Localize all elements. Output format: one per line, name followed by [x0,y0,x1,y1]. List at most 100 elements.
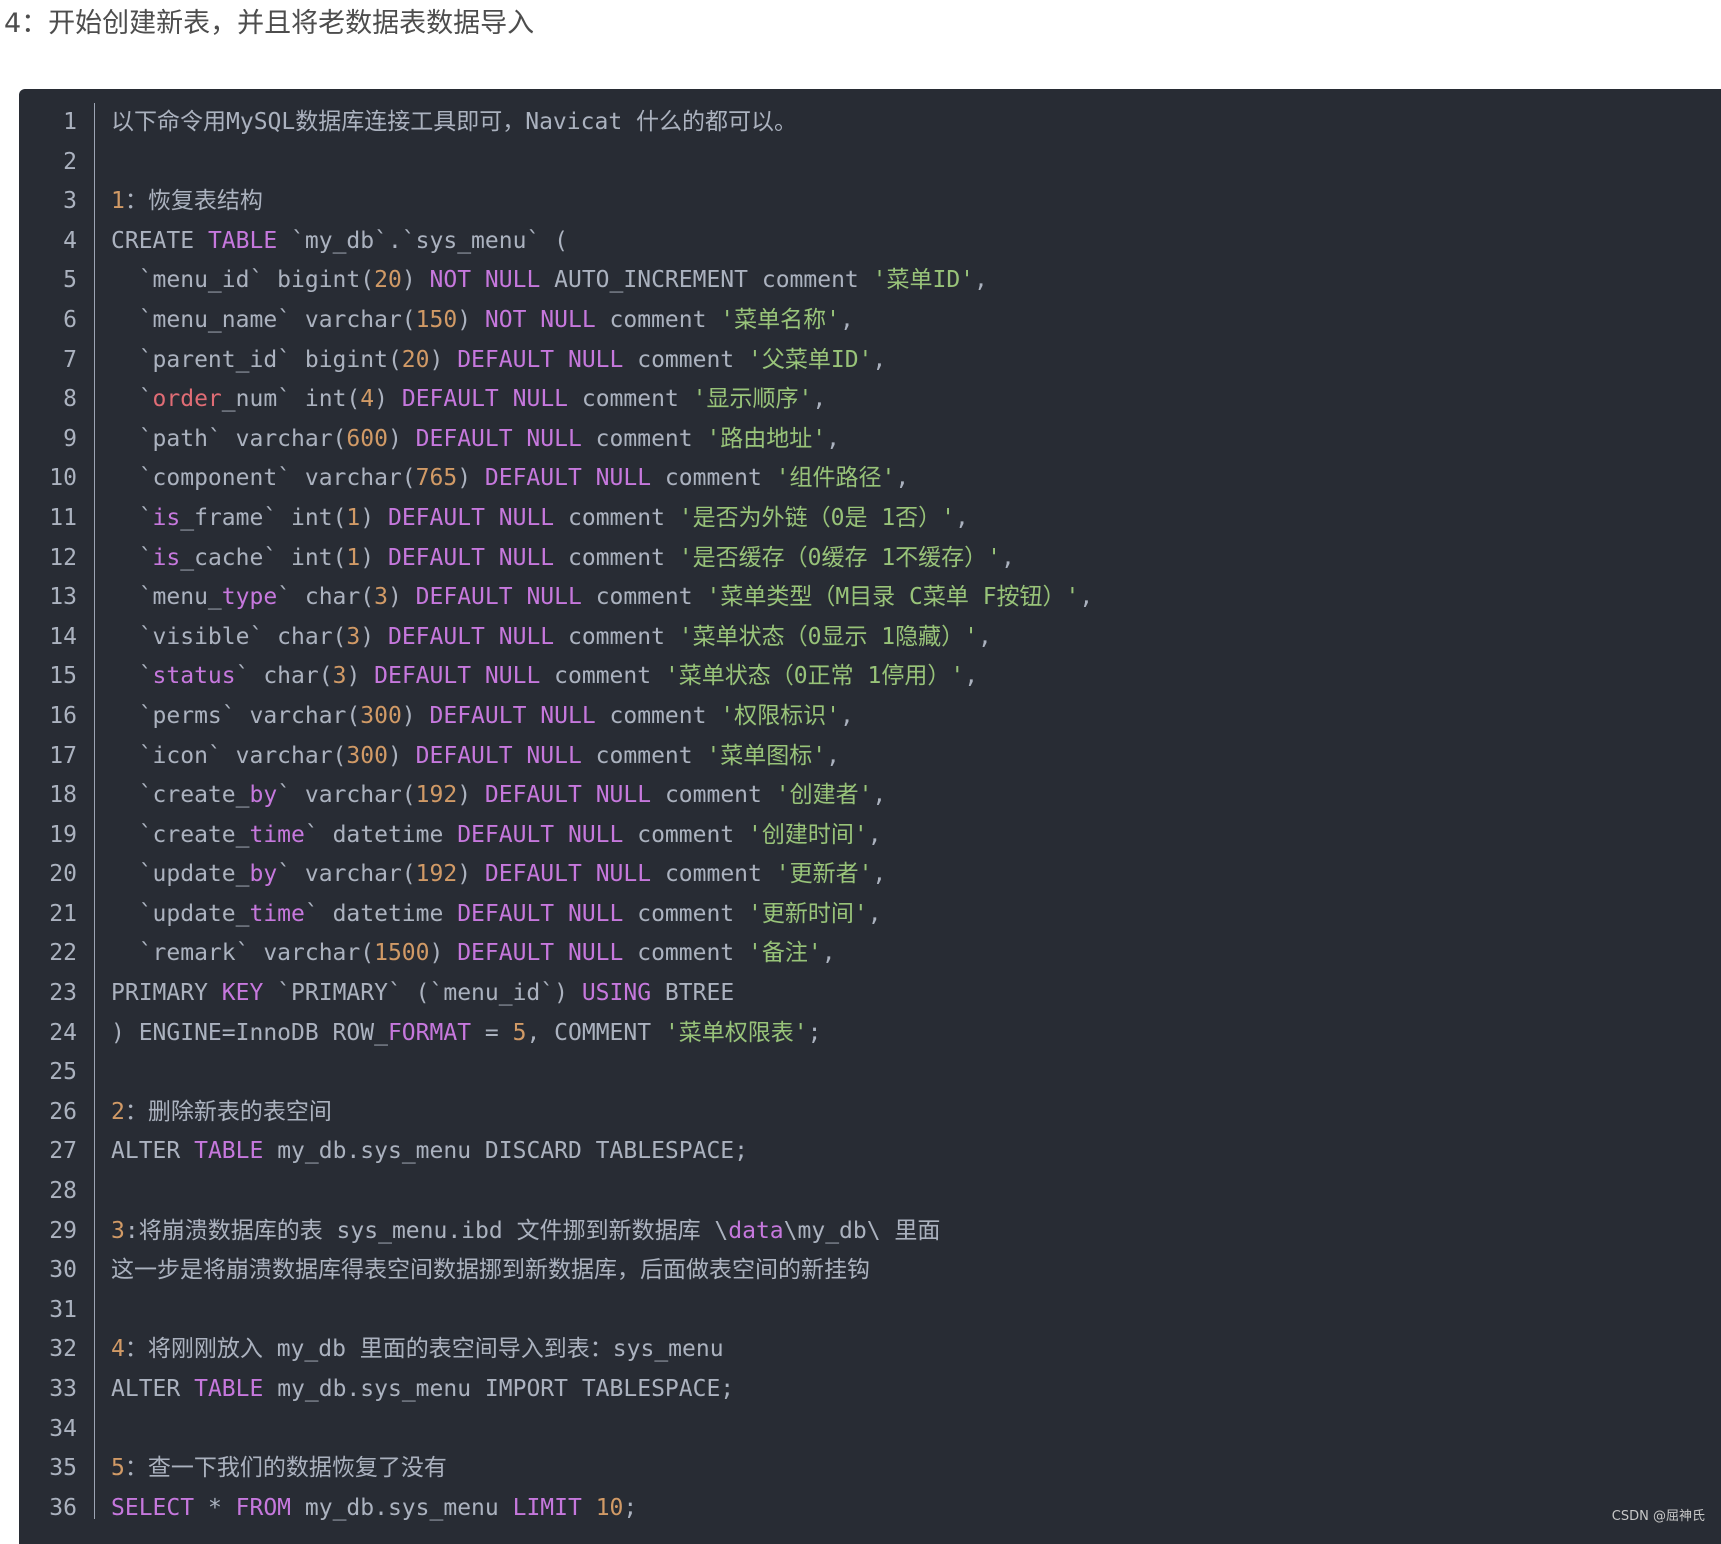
code-token: ` [111,663,153,690]
code-token: DEFAULT NULL [374,663,541,690]
code-token: , [964,663,979,690]
line-number: 5 [63,267,77,294]
code-token: comment [554,504,679,531]
code-token: \my_db\ 里面 [783,1217,941,1244]
code-token: ) [360,623,388,650]
code-token: 3 [332,663,347,690]
code-token: ) [401,267,430,294]
code-token: comment [595,306,721,333]
code-token: AUTO_INCREMENT comment [540,267,873,294]
line-number: 12 [49,544,77,571]
code-token: 3 [111,1217,125,1244]
code-token: 4 [360,386,375,413]
code-token: ` char( [235,663,333,690]
code-token: USING [581,980,652,1007]
line-number-gutter: 1 2 3 4 5 6 7 8 9 10 11 12 13 14 15 16 17 18 19 20 21 22 23 24 2… [19,103,77,1528]
code-token: '是否为外链（0是 1否）' [678,504,956,531]
code-token: TABLE [194,1138,264,1165]
code-token: `path` varchar( [111,425,347,452]
code-token: :将崩溃数据库的表 sys_menu.ibd 文件挪到新数据库 \ [124,1217,729,1244]
code-token: , [840,702,854,729]
code-token: comment [554,544,679,571]
code-token: 3 [346,623,361,650]
code-token: ` datetime [304,900,458,927]
code-token: , [826,425,841,452]
code-line: 以下命令用MySQL数据库连接工具即可，Navicat 什么的都可以。 [91,103,1093,143]
code-token: ALTER [111,1376,195,1402]
code-token: * [194,1494,236,1521]
code-token: ) [360,544,388,571]
code-token: 20 [401,346,430,373]
code-token: , [867,821,882,848]
code-line: `path` varchar(600) DEFAULT NULL comment… [91,420,1093,460]
code-token: ` varchar( [277,782,416,809]
code-line: 1：恢复表结构 [91,182,1093,222]
code-line: `is_cache` int(1) DEFAULT NULL comment '… [91,539,1093,579]
code-block[interactable]: 1 2 3 4 5 6 7 8 9 10 11 12 13 14 15 16 17 18 19 20 21 22 23 24 2… [19,89,1721,1544]
code-token: DEFAULT NULL [401,386,569,413]
code-token: 192 [415,782,458,809]
code-token: `visible` char( [111,623,347,650]
code-token: `my_db`.`sys_menu` ( [277,227,568,254]
code-token: , [872,782,887,809]
code-token: LIMIT [512,1494,582,1521]
code-token: `update_ [111,861,250,888]
code-token: '组件路径' [775,465,896,492]
code-token: '更新者' [775,861,873,888]
line-number: 14 [49,623,77,650]
line-number: 7 [63,346,77,373]
code-token: '创建时间' [748,821,868,848]
code-token: , [974,267,988,294]
code-token: comment [651,782,776,809]
code-token: '父菜单ID' [748,346,873,373]
code-token: DEFAULT NULL [484,782,652,809]
code-token: order [152,386,222,413]
code-token: `create_ [111,782,250,809]
code-line: SELECT * FROM my_db.sys_menu LIMIT 10; [91,1489,1093,1529]
line-number: 20 [49,861,77,888]
code-token: DEFAULT NULL [484,861,652,888]
code-token: , [1079,584,1094,611]
line-number: 19 [49,821,77,848]
code-token: NOT NULL [484,306,596,333]
code-token: ) [387,425,416,452]
code-token: 20 [374,267,402,294]
code-token: 4 [111,1336,125,1363]
code-line: `remark` varchar(1500) DEFAULT NULL comm… [91,934,1093,974]
code-token: comment [554,623,679,650]
code-token: TABLE [207,227,278,254]
code-token: '权限标识' [720,702,840,729]
line-number: 34 [49,1415,77,1442]
code-token: ` datetime [304,821,458,848]
code-token: ) ENGINE=InnoDB ROW_ [111,1019,388,1046]
line-number: 13 [49,584,77,611]
watermark: CSDN @屈神氏 [1611,1509,1705,1524]
code-token: ：查一下我们的数据恢复了没有 [124,1455,447,1482]
code-token: DEFAULT NULL [415,742,582,769]
line-number: 18 [49,782,77,809]
code-token: PRIMARY [111,980,222,1007]
code-token: ; [807,1019,822,1046]
code-token: DEFAULT NULL [429,702,596,729]
code-token: 5 [512,1019,527,1046]
code-token: FROM [235,1494,292,1521]
code-token: `component` varchar( [111,465,416,492]
code-token: 600 [346,425,388,452]
line-number: 21 [49,900,77,927]
code-content[interactable]: 以下命令用MySQL数据库连接工具即可，Navicat 什么的都可以。 1：恢复… [91,103,1093,1528]
code-token: comment [651,465,776,492]
code-token: time [249,900,305,927]
line-number: 31 [49,1296,77,1323]
code-token: '菜单类型（M目录 C菜单 F按钮）' [706,584,1080,611]
code-token: ) [360,504,388,531]
code-token: TABLE [194,1376,264,1402]
code-token: DEFAULT NULL [457,821,624,848]
line-number: 26 [49,1098,77,1125]
code-token: `parent_id` bigint( [111,346,402,373]
code-token: FORMAT [387,1019,472,1046]
line-number: 6 [63,306,77,333]
code-token: BTREE [651,980,735,1007]
code-token: 1 [346,544,361,571]
